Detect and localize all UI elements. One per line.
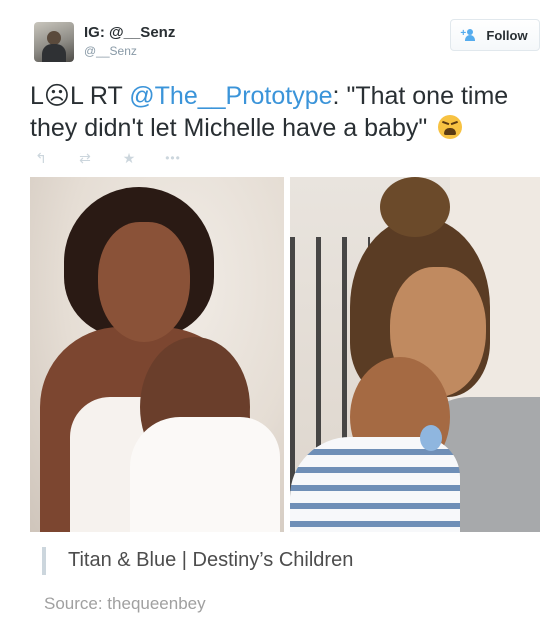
photo-right-hair-bun <box>380 177 450 237</box>
photo-caption: Titan & Blue | Destiny’s Children <box>68 549 354 571</box>
add-person-icon: + <box>460 29 480 41</box>
mention-link[interactable]: @The__Prototype <box>129 82 332 110</box>
photo-left-baby-clothes <box>130 417 280 532</box>
tweet-text-prefix: L☹L RT <box>30 82 130 110</box>
retweet-icon[interactable]: ⇄ <box>76 151 94 165</box>
caption-quote-bar <box>42 547 46 575</box>
photo-left-face <box>98 222 190 342</box>
photo-left[interactable] <box>30 177 284 532</box>
photo-right[interactable] <box>290 177 540 532</box>
photo-right-pacifier <box>420 425 442 451</box>
follow-button[interactable]: + Follow <box>450 19 540 51</box>
tweet-actions: ↰ ⇄ ★ ••• <box>32 150 182 166</box>
user-avatar[interactable] <box>34 22 74 62</box>
tweet-text: L☹L RT @The__Prototype: "That one time t… <box>30 80 540 144</box>
screen-name[interactable]: @__Senz <box>84 44 137 58</box>
photo-source: Source: thequeenbey <box>44 594 206 613</box>
display-name[interactable]: IG: @__Senz <box>84 24 175 41</box>
more-icon[interactable]: ••• <box>164 151 182 165</box>
favorite-icon[interactable]: ★ <box>120 151 138 165</box>
weary-face-emoji-icon <box>438 115 463 139</box>
follow-button-label: Follow <box>486 27 528 43</box>
photo-right-baby-clothes <box>290 437 460 532</box>
reply-icon[interactable]: ↰ <box>32 151 50 165</box>
